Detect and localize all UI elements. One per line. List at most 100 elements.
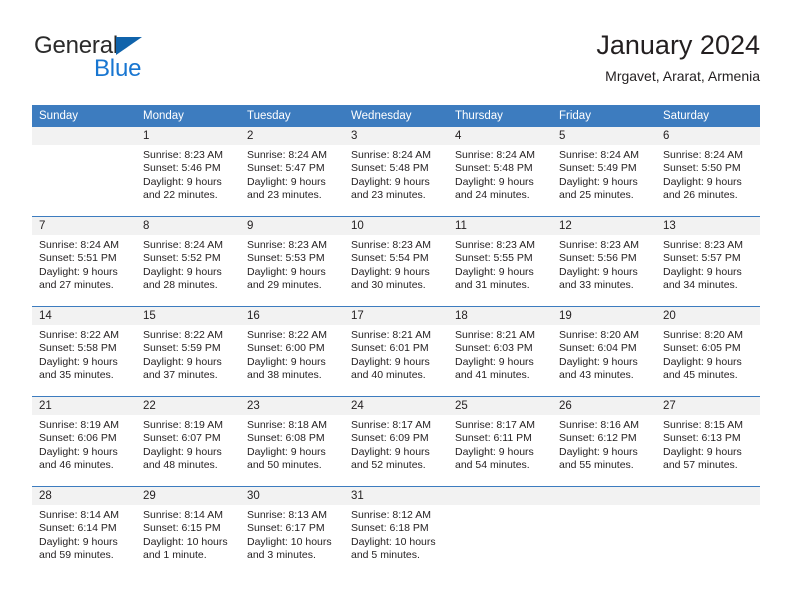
sunrise-text: Sunrise: 8:22 AM — [39, 329, 119, 341]
sunset-text: Sunset: 5:50 PM — [663, 162, 741, 175]
sunset-text: Sunset: 5:57 PM — [663, 252, 741, 265]
sunset-text: Sunset: 5:48 PM — [351, 162, 429, 175]
day-number: 18 — [448, 307, 552, 325]
day-cell[interactable]: 26 Sunrise: 8:16 AM Sunset: 6:12 PM Dayligh… — [552, 396, 656, 487]
day-details: Sunrise: 8:23 AM Sunset: 5:57 PM Daylight:… — [656, 235, 760, 293]
day-cell[interactable]: 4 Sunrise: 8:24 AM Sunset: 5:48 PM Daylight… — [448, 127, 552, 217]
brand-triangle-icon — [115, 36, 142, 55]
day-cell[interactable]: 23 Sunrise: 8:18 AM Sunset: 6:08 PM Dayligh… — [240, 396, 344, 487]
sunrise-text: Sunrise: 8:14 AM — [39, 509, 119, 521]
day-details: Sunrise: 8:23 AM Sunset: 5:55 PM Daylight:… — [448, 235, 552, 293]
sunrise-text: Sunrise: 8:24 AM — [247, 149, 327, 161]
calendar-page: General Blue January 2024 Mrgavet, Arara… — [0, 0, 792, 612]
day-details: Sunrise: 8:19 AM Sunset: 6:07 PM Daylight:… — [136, 415, 240, 473]
sunrise-text: Sunrise: 8:24 AM — [39, 239, 119, 251]
day-number: 12 — [552, 217, 656, 235]
day-cell[interactable]: 27 Sunrise: 8:15 AM Sunset: 6:13 PM Dayligh… — [656, 396, 760, 487]
day-cell[interactable]: 1 Sunrise: 8:23 AM Sunset: 5:46 PM Daylight… — [136, 127, 240, 217]
sunrise-text: Sunrise: 8:18 AM — [247, 419, 327, 431]
day-cell[interactable]: 31 Sunrise: 8:12 AM Sunset: 6:18 PM Dayligh… — [344, 486, 448, 576]
day-cell-empty — [32, 127, 136, 217]
day-number: 25 — [448, 397, 552, 415]
day-number — [32, 127, 136, 145]
sunset-text: Sunset: 6:08 PM — [247, 432, 325, 445]
daylight-text: Daylight: 9 hours and 59 minutes. — [39, 535, 118, 562]
day-number: 15 — [136, 307, 240, 325]
sunrise-text: Sunrise: 8:16 AM — [559, 419, 639, 431]
day-cell[interactable]: 19 Sunrise: 8:20 AM Sunset: 6:04 PM Dayligh… — [552, 306, 656, 397]
day-number: 10 — [344, 217, 448, 235]
daylight-text: Daylight: 9 hours and 28 minutes. — [143, 265, 222, 292]
daylight-text: Daylight: 9 hours and 55 minutes. — [559, 445, 638, 472]
day-cell[interactable]: 30 Sunrise: 8:13 AM Sunset: 6:17 PM Dayligh… — [240, 486, 344, 576]
day-cell[interactable]: 14 Sunrise: 8:22 AM Sunset: 5:58 PM Dayligh… — [32, 306, 136, 397]
day-number: 24 — [344, 397, 448, 415]
daylight-text: Daylight: 9 hours and 40 minutes. — [351, 355, 430, 382]
daylight-text: Daylight: 9 hours and 29 minutes. — [247, 265, 326, 292]
sunset-text: Sunset: 5:46 PM — [143, 162, 221, 175]
day-cell[interactable]: 13 Sunrise: 8:23 AM Sunset: 5:57 PM Dayligh… — [656, 216, 760, 307]
day-cell[interactable]: 11 Sunrise: 8:23 AM Sunset: 5:55 PM Dayligh… — [448, 216, 552, 307]
daylight-text: Daylight: 9 hours and 25 minutes. — [559, 175, 638, 202]
day-cell[interactable]: 10 Sunrise: 8:23 AM Sunset: 5:54 PM Dayligh… — [344, 216, 448, 307]
day-cell[interactable]: 6 Sunrise: 8:24 AM Sunset: 5:50 PM Daylight… — [656, 127, 760, 217]
day-number — [448, 487, 552, 505]
sunrise-text: Sunrise: 8:23 AM — [143, 149, 223, 161]
day-cell[interactable]: 9 Sunrise: 8:23 AM Sunset: 5:53 PM Daylight… — [240, 216, 344, 307]
daylight-text: Daylight: 9 hours and 57 minutes. — [663, 445, 742, 472]
day-number: 6 — [656, 127, 760, 145]
sunset-text: Sunset: 6:13 PM — [663, 432, 741, 445]
daylight-text: Daylight: 9 hours and 38 minutes. — [247, 355, 326, 382]
day-number: 19 — [552, 307, 656, 325]
day-details: Sunrise: 8:24 AM Sunset: 5:48 PM Daylight:… — [448, 145, 552, 203]
day-cell[interactable]: 15 Sunrise: 8:22 AM Sunset: 5:59 PM Dayligh… — [136, 306, 240, 397]
day-cell[interactable]: 3 Sunrise: 8:24 AM Sunset: 5:48 PM Daylight… — [344, 127, 448, 217]
day-number: 23 — [240, 397, 344, 415]
sunset-text: Sunset: 5:54 PM — [351, 252, 429, 265]
day-number: 20 — [656, 307, 760, 325]
weekday-header-sunday: Sunday — [32, 105, 136, 127]
sunset-text: Sunset: 5:58 PM — [39, 342, 117, 355]
day-cell[interactable]: 12 Sunrise: 8:23 AM Sunset: 5:56 PM Dayligh… — [552, 216, 656, 307]
daylight-text: Daylight: 9 hours and 26 minutes. — [663, 175, 742, 202]
day-details: Sunrise: 8:22 AM Sunset: 5:59 PM Daylight:… — [136, 325, 240, 383]
sunrise-text: Sunrise: 8:22 AM — [143, 329, 223, 341]
day-details: Sunrise: 8:24 AM Sunset: 5:51 PM Daylight:… — [32, 235, 136, 293]
day-cell[interactable]: 24 Sunrise: 8:17 AM Sunset: 6:09 PM Dayligh… — [344, 396, 448, 487]
sunrise-text: Sunrise: 8:23 AM — [351, 239, 431, 251]
day-cell[interactable]: 29 Sunrise: 8:14 AM Sunset: 6:15 PM Dayligh… — [136, 486, 240, 576]
day-details: Sunrise: 8:24 AM Sunset: 5:49 PM Daylight:… — [552, 145, 656, 203]
sunrise-text: Sunrise: 8:24 AM — [663, 149, 743, 161]
day-cell[interactable]: 2 Sunrise: 8:24 AM Sunset: 5:47 PM Daylight… — [240, 127, 344, 217]
sunset-text: Sunset: 5:56 PM — [559, 252, 637, 265]
day-cell[interactable]: 5 Sunrise: 8:24 AM Sunset: 5:49 PM Daylight… — [552, 127, 656, 217]
daylight-text: Daylight: 9 hours and 43 minutes. — [559, 355, 638, 382]
day-number: 5 — [552, 127, 656, 145]
day-cell[interactable]: 18 Sunrise: 8:21 AM Sunset: 6:03 PM Dayligh… — [448, 306, 552, 397]
day-cell[interactable]: 21 Sunrise: 8:19 AM Sunset: 6:06 PM Dayligh… — [32, 396, 136, 487]
general-blue-logo[interactable]: General Blue — [34, 32, 234, 90]
day-cell[interactable]: 28 Sunrise: 8:14 AM Sunset: 6:14 PM Dayligh… — [32, 486, 136, 576]
calendar-body: 1 Sunrise: 8:23 AM Sunset: 5:46 PM Daylight… — [32, 127, 760, 576]
day-cell[interactable]: 17 Sunrise: 8:21 AM Sunset: 6:01 PM Dayligh… — [344, 306, 448, 397]
day-details: Sunrise: 8:22 AM Sunset: 6:00 PM Daylight:… — [240, 325, 344, 383]
day-cell[interactable]: 16 Sunrise: 8:22 AM Sunset: 6:00 PM Dayligh… — [240, 306, 344, 397]
day-details: Sunrise: 8:23 AM Sunset: 5:56 PM Daylight:… — [552, 235, 656, 293]
sunrise-text: Sunrise: 8:23 AM — [663, 239, 743, 251]
day-number: 28 — [32, 487, 136, 505]
day-details: Sunrise: 8:17 AM Sunset: 6:11 PM Daylight:… — [448, 415, 552, 473]
day-details: Sunrise: 8:20 AM Sunset: 6:05 PM Daylight:… — [656, 325, 760, 383]
sunset-text: Sunset: 6:00 PM — [247, 342, 325, 355]
day-cell[interactable]: 20 Sunrise: 8:20 AM Sunset: 6:05 PM Dayligh… — [656, 306, 760, 397]
daylight-text: Daylight: 9 hours and 30 minutes. — [351, 265, 430, 292]
day-details: Sunrise: 8:17 AM Sunset: 6:09 PM Daylight:… — [344, 415, 448, 473]
sunset-text: Sunset: 6:07 PM — [143, 432, 221, 445]
day-cell[interactable]: 22 Sunrise: 8:19 AM Sunset: 6:07 PM Dayligh… — [136, 396, 240, 487]
day-cell[interactable]: 8 Sunrise: 8:24 AM Sunset: 5:52 PM Daylight… — [136, 216, 240, 307]
daylight-text: Daylight: 10 hours and 3 minutes. — [247, 535, 332, 562]
sunset-text: Sunset: 6:05 PM — [663, 342, 741, 355]
day-cell[interactable]: 25 Sunrise: 8:17 AM Sunset: 6:11 PM Dayligh… — [448, 396, 552, 487]
day-number: 13 — [656, 217, 760, 235]
day-number: 26 — [552, 397, 656, 415]
day-cell[interactable]: 7 Sunrise: 8:24 AM Sunset: 5:51 PM Daylight… — [32, 216, 136, 307]
